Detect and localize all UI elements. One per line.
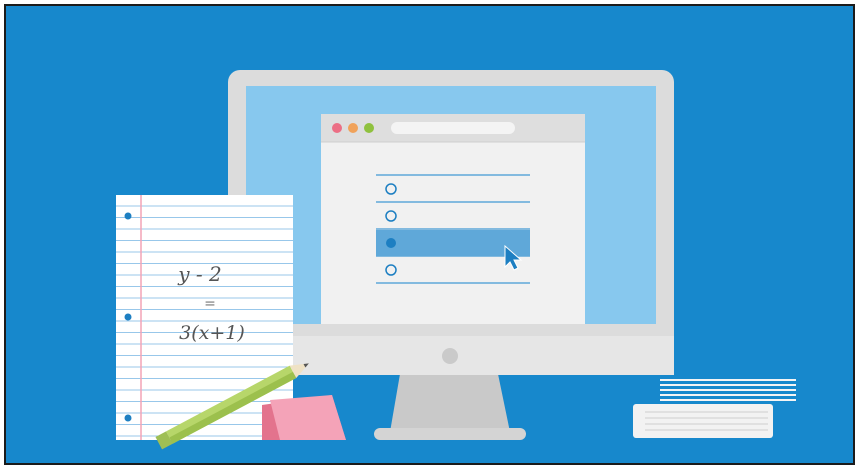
paper-sheet (116, 195, 293, 440)
paper-hole (124, 414, 132, 422)
handwriting-line-3: 3(x+1) (179, 322, 245, 344)
radio-selected-icon[interactable] (386, 238, 396, 248)
paper-hole (124, 313, 132, 321)
monitor-power-button (442, 348, 458, 364)
window-maximize-dot (364, 123, 374, 133)
notebook-paper: y - 2 = 3(x+1) (116, 195, 293, 440)
book-bottom (633, 404, 773, 438)
address-bar (391, 122, 515, 134)
paper-hole (124, 212, 132, 220)
eraser (262, 395, 346, 440)
browser-window (321, 114, 585, 324)
browser-window-body (321, 114, 585, 324)
illustration-scene: y - 2 = 3(x+1) (4, 4, 855, 465)
monitor-stand-base (374, 428, 526, 440)
window-minimize-dot (348, 123, 358, 133)
paper-ruled-lines (116, 205, 293, 437)
handwriting-line-2: = (204, 296, 216, 312)
window-close-dot (332, 123, 342, 133)
handwriting-line-1: y - 2 (177, 262, 222, 286)
monitor-stand-neck (390, 374, 510, 432)
